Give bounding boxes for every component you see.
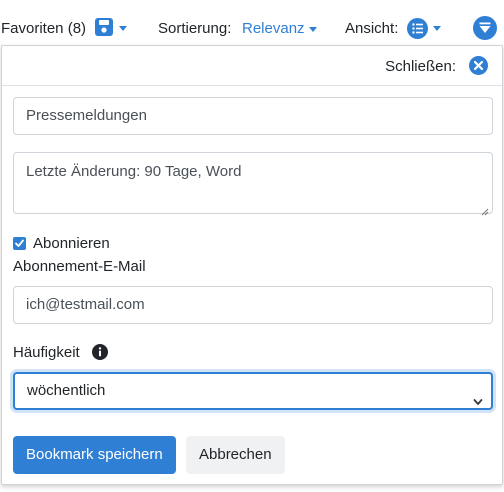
bookmark-description-textarea[interactable]: Letzte Änderung: 90 Tage, Word: [13, 152, 493, 216]
subscribe-checkbox[interactable]: [13, 236, 26, 250]
save-favorites-icon[interactable]: [94, 17, 114, 37]
favorites-label[interactable]: Favoriten (8): [1, 20, 86, 37]
view-label: Ansicht:: [345, 20, 399, 37]
results-toolbar: Favoriten (8) Sortierung: Relevanz Ansic…: [0, 0, 504, 44]
filter-toggle-icon[interactable]: [473, 16, 497, 40]
list-view-icon[interactable]: [407, 18, 428, 39]
frequency-label: Häufigkeit: [13, 344, 80, 361]
description-text: Letzte Änderung: 90 Tage, Word: [26, 163, 242, 180]
sort-dropdown[interactable]: Relevanz: [242, 20, 317, 37]
favorites-chevron-down-icon[interactable]: [119, 26, 127, 31]
panel-header: Schließen:: [2, 46, 502, 86]
email-label: Abonnement-E-Mail: [13, 258, 146, 275]
close-label: Schließen:: [385, 58, 456, 75]
subscribe-row: Abonnieren: [13, 234, 110, 252]
cancel-button[interactable]: Abbrechen: [186, 436, 285, 474]
bookmark-title-input[interactable]: Pressemeldungen: [13, 97, 493, 135]
frequency-selected-value: wöchentlich: [27, 382, 106, 399]
sort-value: Relevanz: [242, 20, 305, 37]
subscribe-label[interactable]: Abonnieren: [33, 235, 110, 252]
sort-label: Sortierung:: [158, 20, 232, 37]
save-bookmark-button[interactable]: Bookmark speichern: [13, 436, 176, 474]
info-icon[interactable]: [92, 344, 108, 360]
bookmark-panel: Schließen: Pressemeldungen Letzte Änderu…: [1, 45, 503, 485]
subscription-email-input[interactable]: ich@testmail.com: [13, 286, 493, 324]
view-chevron-down-icon[interactable]: [433, 26, 441, 31]
chevron-down-icon: [308, 26, 317, 32]
chevron-down-icon: [473, 386, 483, 405]
frequency-select[interactable]: wöchentlich: [13, 372, 493, 410]
resize-handle-icon[interactable]: [481, 202, 489, 216]
close-icon[interactable]: [469, 56, 488, 75]
